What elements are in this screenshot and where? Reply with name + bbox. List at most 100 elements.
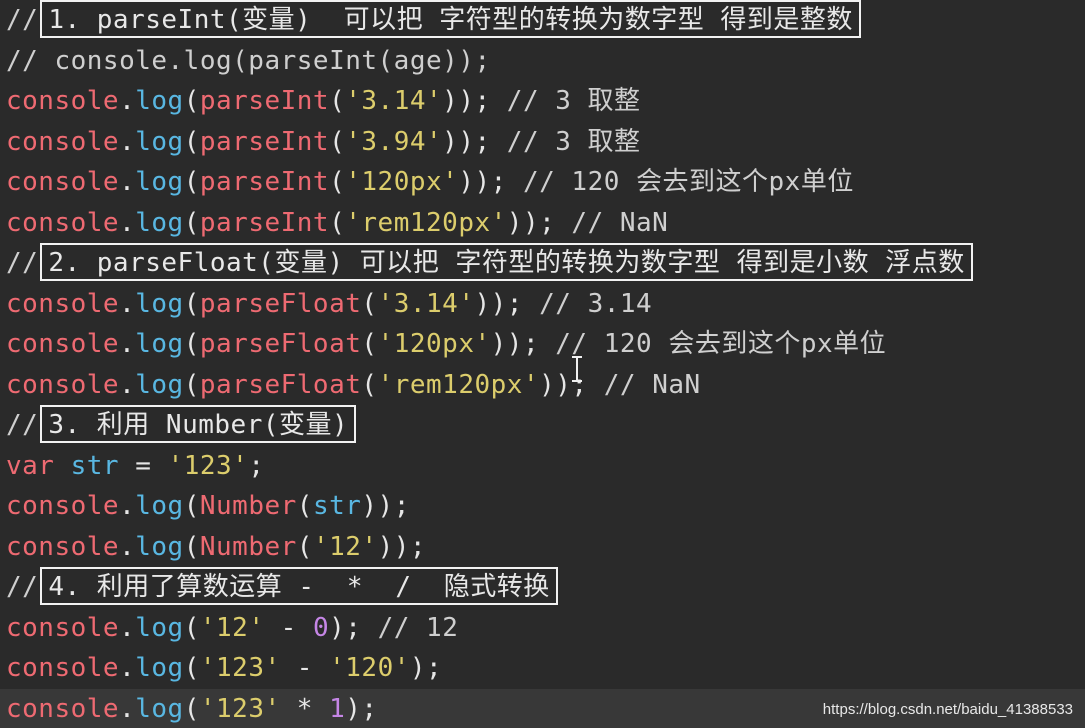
code-token-paren: )); — [474, 288, 523, 319]
code-token-obj: console — [6, 612, 120, 643]
code-token-paren: ( — [183, 531, 200, 562]
code-token-paren: ( — [183, 369, 200, 400]
code-token-string: '3.14' — [345, 86, 443, 116]
code-token-method: log — [135, 288, 184, 319]
code-token-string: '123' — [199, 653, 281, 683]
watermark: https://blog.csdn.net/baidu_41388533 — [822, 701, 1073, 718]
code-token-comment: // — [6, 248, 39, 278]
code-editor[interactable]: //1. parseInt(变量) 可以把 字符型的转换为数字型 得到是整数//… — [0, 0, 1085, 728]
code-token-plain: . — [119, 491, 136, 521]
code-token-string: '120px' — [377, 329, 491, 359]
code-token-number: 0 — [312, 612, 330, 643]
code-token-string: '120' — [329, 653, 410, 683]
code-token-paren: ( — [183, 329, 200, 359]
code-token-string: '12' — [312, 531, 378, 562]
code-token-obj: console — [6, 288, 120, 319]
highlighted-comment-box: 1. parseInt(变量) 可以把 字符型的转换为数字型 得到是整数 — [40, 0, 861, 38]
code-token-func: parseInt — [199, 167, 330, 197]
code-token-method: log — [135, 167, 184, 197]
code-token-method: log — [135, 86, 184, 116]
code-token-method: log — [135, 491, 184, 521]
code-token-paren: ( — [183, 86, 200, 116]
code-line[interactable]: console.log(parseFloat('120px')); // 120… — [6, 324, 886, 364]
code-token-paren: ( — [329, 207, 346, 238]
code-token-method: log — [135, 329, 184, 359]
code-line[interactable]: console.log(parseInt('3.14')); // 3 取整 — [6, 81, 641, 121]
code-token-func: parseInt — [199, 86, 330, 116]
code-line[interactable]: console.log(Number(str)); — [6, 486, 410, 526]
code-token-op: = — [119, 450, 168, 481]
code-token-paren: ( — [329, 167, 346, 197]
code-line[interactable]: // console.log(parseInt(age)); — [6, 41, 491, 81]
code-token-plain: . — [119, 167, 136, 197]
code-token-plain: . — [119, 86, 136, 116]
code-token-obj: console — [6, 207, 120, 238]
code-token-paren: )); — [442, 126, 491, 157]
code-line[interactable]: //3. 利用 Number(变量) — [6, 405, 357, 445]
code-token-string: 'rem120px' — [345, 207, 507, 238]
code-token-comment: // 3 取整 — [490, 86, 641, 116]
code-token-method: log — [135, 207, 184, 238]
code-token-plain: . — [119, 207, 136, 238]
code-token-keyword: var — [6, 450, 55, 481]
code-token-method: log — [135, 369, 184, 400]
code-token-comment: // 12 — [361, 612, 459, 643]
code-token-method: log — [135, 653, 184, 683]
code-token-op: - — [280, 653, 330, 683]
code-token-comment: // 120 会去到这个px单位 — [539, 329, 887, 359]
code-token-obj: console — [6, 86, 120, 116]
code-token-func: parseFloat — [199, 369, 362, 400]
code-token-paren: ); — [409, 653, 443, 683]
code-line[interactable]: console.log('12' - 0); // 12 — [6, 608, 458, 648]
code-token-op: - — [264, 612, 313, 643]
code-token-paren: ( — [296, 531, 313, 562]
code-token-func: parseFloat — [199, 329, 362, 359]
code-token-method: log — [135, 612, 184, 643]
code-token-plain: . — [119, 612, 136, 643]
code-token-comment: // console.log(parseInt(age)); — [6, 45, 491, 76]
code-token-plain: . — [119, 693, 136, 724]
code-token-paren: ( — [296, 491, 313, 521]
code-line[interactable]: //4. 利用了算数运算 - * / 隐式转换 — [6, 567, 558, 607]
highlighted-comment-box: 4. 利用了算数运算 - * / 隐式转换 — [40, 567, 558, 605]
code-token-string: '12' — [199, 612, 265, 643]
code-token-comment: // NaN — [555, 207, 669, 238]
code-token-ident: str — [312, 491, 362, 521]
code-token-string: '3.14' — [377, 288, 475, 319]
code-line[interactable]: console.log('123' - '120'); — [6, 648, 442, 688]
code-token-method: log — [135, 693, 184, 724]
code-line[interactable]: console.log(parseInt('rem120px')); // Na… — [6, 203, 668, 243]
code-line[interactable]: var str = '123'; — [6, 446, 265, 486]
code-token-string: '123' — [199, 693, 281, 724]
code-line[interactable]: console.log(parseInt('3.94')); // 3 取整 — [6, 122, 641, 162]
code-token-comment: // 120 会去到这个px单位 — [506, 167, 854, 197]
code-token-plain: . — [119, 369, 136, 400]
code-line[interactable]: //1. parseInt(变量) 可以把 字符型的转换为数字型 得到是整数 — [6, 0, 861, 40]
code-token-obj: console — [6, 369, 120, 400]
code-line[interactable]: //2. parseFloat(变量) 可以把 字符型的转换为数字型 得到是小数… — [6, 243, 973, 283]
code-token-plain: . — [119, 653, 136, 683]
code-line[interactable]: console.log(parseInt('120px')); // 120 会… — [6, 162, 854, 202]
code-token-comment: // 3 取整 — [490, 126, 641, 157]
highlighted-comment-box: 3. 利用 Number(变量) — [40, 405, 357, 443]
code-line[interactable]: console.log(parseFloat('3.14')); // 3.14 — [6, 284, 652, 324]
code-token-paren: ( — [361, 369, 378, 400]
code-token-method: log — [135, 531, 184, 562]
code-token-obj: console — [6, 329, 120, 359]
code-token-comment: // NaN — [587, 369, 701, 400]
code-token-ident: str — [70, 450, 120, 481]
code-token-obj: console — [6, 653, 120, 683]
code-token-obj: console — [6, 531, 120, 562]
code-token-paren: ( — [329, 126, 346, 157]
code-token-func: parseInt — [199, 126, 330, 157]
code-token-string: '3.94' — [345, 126, 443, 157]
code-token-method: log — [135, 126, 184, 157]
code-token-paren: ( — [183, 491, 200, 521]
code-token-func: Number — [199, 491, 297, 521]
code-line[interactable]: console.log(parseFloat('rem120px')); // … — [6, 365, 701, 405]
code-token-paren: )); — [506, 207, 556, 238]
code-token-plain: . — [119, 288, 136, 319]
code-line[interactable]: console.log(Number('12')); — [6, 527, 426, 567]
code-token-obj: console — [6, 693, 120, 724]
code-token-plain: . — [119, 531, 136, 562]
